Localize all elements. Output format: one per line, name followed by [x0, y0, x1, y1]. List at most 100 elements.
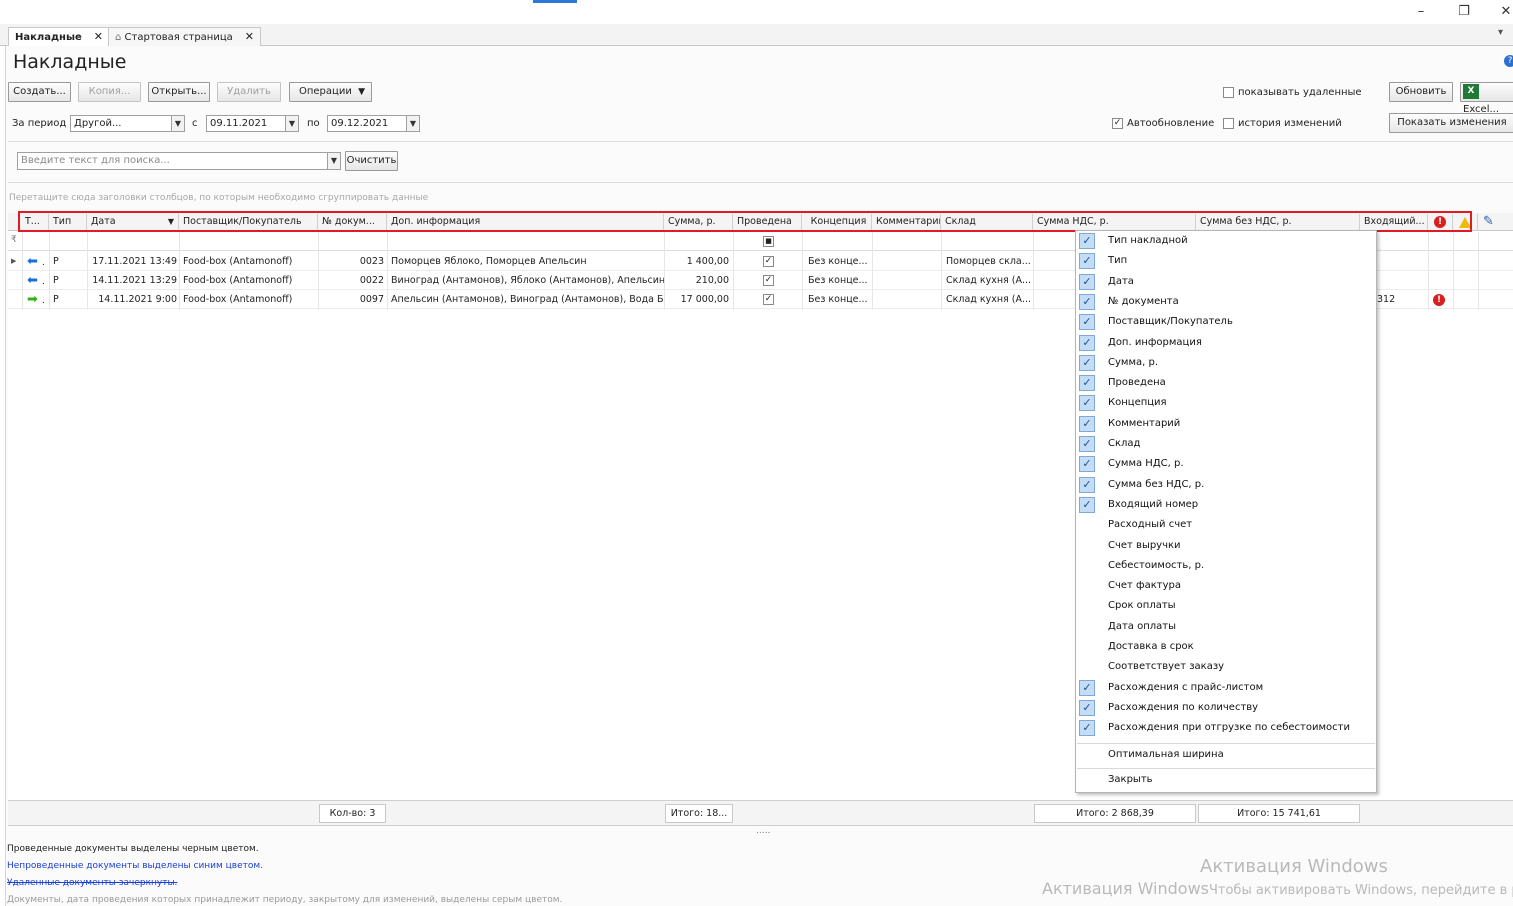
tab-invoices[interactable]: Накладные ✕: [8, 27, 111, 46]
period-label: За период: [12, 118, 67, 129]
row-sum: 1 400,00: [686, 256, 729, 267]
row-concept: Без конце...: [808, 294, 868, 305]
activation-watermark-text: Активация WindowsЧтобы активировать Wind…: [1042, 879, 1513, 898]
menu-item-label: Счет выручки: [1108, 539, 1181, 551]
edit-pencil-icon[interactable]: ✎: [1483, 214, 1494, 229]
checkmark-icon: ✓: [1079, 699, 1095, 716]
menu-item-label: Сумма без НДС, р.: [1108, 478, 1205, 490]
tab-start-page[interactable]: ⌂ Стартовая страница ✕: [108, 27, 261, 46]
menu-item-column[interactable]: ✓ Склад: [1077, 434, 1375, 454]
menu-item-label: Проведена: [1108, 377, 1166, 389]
operations-button[interactable]: Операции ▼: [289, 82, 372, 102]
window-title-bar: – ❐ ✕: [0, 0, 1513, 24]
menu-item-column[interactable]: Расходный счет: [1077, 515, 1375, 535]
row-posted-checkbox[interactable]: ✓: [763, 256, 774, 267]
tab-list-chevron-icon[interactable]: ▾: [1498, 27, 1503, 38]
autorefresh-label: Автообновление: [1127, 118, 1215, 129]
delete-button[interactable]: Удалить: [217, 82, 281, 102]
menu-item-column[interactable]: ✓ Комментарий: [1077, 414, 1375, 434]
close-icon[interactable]: ✕: [1492, 2, 1513, 22]
menu-item-column[interactable]: ✓ Концепция: [1077, 393, 1375, 413]
menu-item-column[interactable]: ✓ Сумма, р.: [1077, 353, 1375, 373]
menu-item-column[interactable]: ✓ Дата: [1077, 272, 1375, 292]
row-type: Р: [53, 294, 59, 305]
menu-item-column[interactable]: Срок оплаты: [1077, 596, 1375, 616]
menu-item-column[interactable]: ✓ Доп. информация: [1077, 333, 1375, 353]
menu-item-label: Себестоимость, р.: [1108, 559, 1205, 571]
show-changes-button[interactable]: Показать изменения: [1389, 113, 1513, 133]
date-to-picker[interactable]: 09.12.2021 ▼: [327, 115, 420, 132]
dropdown-arrow-icon: ▼: [358, 87, 365, 97]
menu-item-label: Тип: [1108, 255, 1128, 267]
menu-item-column[interactable]: ✓ № документа: [1077, 292, 1375, 312]
checkmark-icon: ✓: [1079, 415, 1095, 432]
export-excel-button[interactable]: X Excel...: [1460, 82, 1513, 115]
menu-item-optimal-width[interactable]: Оптимальная ширина: [1077, 745, 1375, 765]
checkmark-icon: ✓: [1079, 496, 1095, 513]
create-button[interactable]: Создать...: [8, 82, 71, 102]
row-date: 14.11.2021 9:00: [98, 294, 177, 305]
row-store: Поморцев скла...: [946, 256, 1031, 267]
row-comment: [874, 290, 942, 309]
close-tab-icon[interactable]: ✕: [245, 30, 254, 43]
menu-item-label: Дата: [1108, 275, 1134, 287]
menu-item-label: Расхождения при отгрузке по себестоимост…: [1108, 722, 1350, 734]
menu-item-column[interactable]: ✓ Сумма НДС, р.: [1077, 454, 1375, 474]
menu-item-close[interactable]: Закрыть: [1077, 770, 1375, 790]
menu-item-column[interactable]: Соответствует заказу: [1077, 657, 1375, 677]
checkmark-icon: ✓: [1079, 476, 1095, 493]
legend-closed-period: Документы, дата проведения которых прина…: [7, 895, 563, 905]
menu-item-column[interactable]: ✓ Поставщик/Покупатель: [1077, 312, 1375, 332]
menu-item-column[interactable]: Счет выручки: [1077, 536, 1375, 556]
menu-item-column[interactable]: Дата оплаты: [1077, 617, 1375, 637]
date-to-label: по: [307, 118, 320, 129]
watermark-line-b: Чтобы активировать Windows, перейдите в …: [1208, 883, 1513, 898]
minimize-icon[interactable]: –: [1407, 2, 1435, 22]
menu-item-column[interactable]: Себестоимость, р.: [1077, 556, 1375, 576]
row-extra-info: Виноград (Антамонов), Яблоко (Антамонов)…: [391, 275, 664, 286]
checkmark-icon: ✓: [1079, 456, 1095, 473]
refresh-button[interactable]: Обновить: [1389, 82, 1453, 102]
menu-item-label: Расходный счет: [1108, 519, 1193, 531]
row-type: Р: [53, 256, 59, 267]
autorefresh-checkbox[interactable]: ✓: [1112, 118, 1123, 129]
restore-icon[interactable]: ❐: [1450, 2, 1478, 22]
menu-item-column[interactable]: Счет фактура: [1077, 576, 1375, 596]
help-icon[interactable]: ?: [1504, 55, 1513, 67]
checkmark-icon: ✓: [1079, 273, 1095, 290]
menu-item-label: Счет фактура: [1108, 580, 1181, 592]
checkmark-icon: ✓: [1079, 293, 1095, 310]
menu-item-label: Соответствует заказу: [1108, 661, 1225, 673]
date-from-picker[interactable]: 09.11.2021 ▼: [206, 115, 299, 132]
tab-label: Стартовая страница: [124, 32, 233, 43]
menu-item-column[interactable]: ✓ Расхождения с прайс-листом: [1077, 678, 1375, 698]
menu-item-label: Доставка в срок: [1108, 641, 1194, 652]
open-button[interactable]: Открыть...: [148, 82, 210, 102]
menu-item-column[interactable]: ✓ Входящий номер: [1077, 495, 1375, 515]
row-posted-checkbox[interactable]: ✓: [763, 275, 774, 286]
row-posted-checkbox[interactable]: ✓: [763, 294, 774, 305]
copy-button[interactable]: Копия...: [78, 82, 141, 102]
close-tab-icon[interactable]: ✕: [94, 30, 103, 43]
menu-item-column[interactable]: ✓ Расхождения по количеству: [1077, 698, 1375, 718]
date-from-label: с: [192, 118, 198, 129]
checkmark-icon: ✓: [1079, 233, 1095, 249]
history-checkbox[interactable]: [1223, 118, 1234, 129]
incoming-arrow-icon: ⬅ .: [27, 254, 45, 269]
search-input[interactable]: Введите текст для поиска... ▼: [17, 152, 341, 170]
menu-item-column[interactable]: ✓ Тип накладной: [1077, 231, 1375, 251]
watermark-line-a: Активация Windows: [1042, 879, 1209, 898]
legend-unposted: Непроведенные документы выделены синим ц…: [7, 861, 264, 871]
posted-filter-checkbox[interactable]: ■: [763, 236, 774, 247]
clear-search-button[interactable]: Очистить: [345, 151, 398, 171]
menu-item-column[interactable]: ✓ Сумма без НДС, р.: [1077, 475, 1375, 495]
checkmark-icon: ✓: [1079, 395, 1095, 412]
menu-item-column[interactable]: ✓ Проведена: [1077, 373, 1375, 393]
splitter-handle[interactable]: .....: [756, 826, 770, 836]
period-select[interactable]: Другой... ▼: [70, 115, 185, 132]
row-indicator-icon: ▶: [11, 257, 17, 265]
menu-item-column[interactable]: ✓ Тип: [1077, 251, 1375, 271]
show-deleted-checkbox[interactable]: [1223, 87, 1234, 98]
menu-item-column[interactable]: ✓ Расхождения при отгрузке по себестоимос…: [1077, 718, 1375, 738]
menu-item-column[interactable]: Доставка в срок: [1077, 637, 1375, 657]
